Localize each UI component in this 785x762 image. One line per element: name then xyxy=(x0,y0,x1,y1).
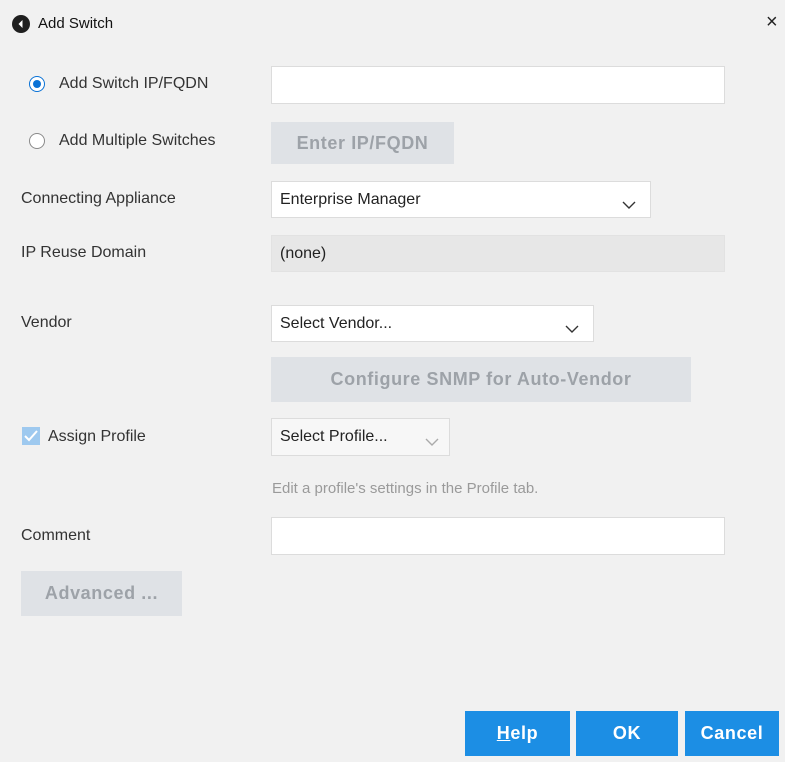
chevron-down-icon xyxy=(425,433,439,446)
add-switch-radio-label: Add Switch IP/FQDN xyxy=(59,75,209,92)
chevron-down-icon xyxy=(622,196,636,209)
vendor-select[interactable]: Select Vendor... xyxy=(271,305,594,342)
chevron-down-icon xyxy=(565,320,579,333)
connecting-appliance-select[interactable]: Enterprise Manager xyxy=(271,181,651,218)
connecting-appliance-label: Connecting Appliance xyxy=(21,190,176,207)
ip-reuse-domain-field: (none) xyxy=(271,235,725,272)
vendor-label: Vendor xyxy=(21,314,72,331)
assign-profile-label: Assign Profile xyxy=(48,428,146,445)
assign-profile-checkbox[interactable] xyxy=(22,427,40,445)
enter-ip-fqdn-button[interactable]: Enter IP/FQDN xyxy=(271,122,454,164)
profile-value: Select Profile... xyxy=(280,428,388,445)
add-switch-dialog: Add Switch × Add Switch IP/FQDN Add Mult… xyxy=(0,0,785,762)
add-multiple-switches-label: Add Multiple Switches xyxy=(59,132,216,149)
advanced-button[interactable]: Advanced ... xyxy=(21,571,182,616)
ip-reuse-domain-label: IP Reuse Domain xyxy=(21,244,147,261)
title-bar: Add Switch × xyxy=(0,0,785,48)
add-multiple-switches-radio[interactable] xyxy=(29,133,45,149)
switch-ip-fqdn-input[interactable] xyxy=(271,66,725,104)
comment-input[interactable] xyxy=(271,517,725,555)
ok-button[interactable]: OK xyxy=(576,711,678,756)
checkmark-icon xyxy=(24,430,38,442)
cancel-button[interactable]: Cancel xyxy=(685,711,779,756)
help-mnemonic: H xyxy=(496,723,511,743)
ip-reuse-domain-value: (none) xyxy=(280,244,327,262)
add-switch-radio[interactable] xyxy=(29,76,45,92)
back-arrow-circle-icon xyxy=(12,15,30,33)
configure-snmp-button[interactable]: Configure SNMP for Auto-Vendor xyxy=(271,357,691,402)
help-button[interactable]: Help xyxy=(465,711,570,756)
window-title: Add Switch xyxy=(38,15,114,32)
profile-select[interactable]: Select Profile... xyxy=(271,418,450,456)
vendor-value: Select Vendor... xyxy=(280,314,393,332)
connecting-appliance-value: Enterprise Manager xyxy=(280,190,421,208)
comment-label: Comment xyxy=(21,527,91,544)
close-icon[interactable]: × xyxy=(766,12,778,32)
help-label: elp xyxy=(510,723,539,743)
profile-hint-text: Edit a profile's settings in the Profile… xyxy=(272,480,539,497)
